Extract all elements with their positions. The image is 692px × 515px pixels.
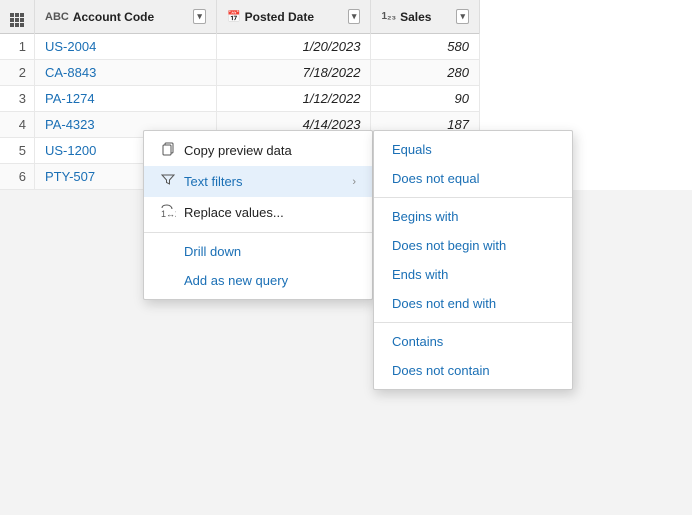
table-row: 2 CA-8843 7/18/2022 280 <box>0 60 480 86</box>
menu-add-query[interactable]: Add as new query <box>144 266 372 295</box>
replace-icon: 1↔2 <box>160 204 176 221</box>
abc-icon: ABC <box>45 11 69 23</box>
col-posted-date[interactable]: 📅 Posted Date ▾ <box>216 0 371 34</box>
menu-drill-down[interactable]: Drill down <box>144 237 372 266</box>
submenu-ends-with-label: Ends with <box>392 267 448 282</box>
row-num-2: 2 <box>0 60 35 86</box>
submenu-not-begins[interactable]: Does not begin with <box>374 231 572 260</box>
submenu-not-contains[interactable]: Does not contain <box>374 356 572 385</box>
account-2: CA-8843 <box>35 60 217 86</box>
menu-divider-1 <box>144 232 372 233</box>
col-account-code-dropdown[interactable]: ▾ <box>193 9 206 24</box>
col-sales[interactable]: 1₂₃ Sales ▾ <box>371 0 480 34</box>
row-num-4: 4 <box>0 112 35 138</box>
menu-replace-label: Replace values... <box>184 205 356 220</box>
col-sales-dropdown[interactable]: ▾ <box>456 9 469 24</box>
sales-1: 580 <box>371 34 480 60</box>
account-3: PA-1274 <box>35 86 217 112</box>
submenu-divider-1 <box>374 197 572 198</box>
text-filters-submenu: Equals Does not equal Begins with Does n… <box>373 130 573 390</box>
calendar-icon: 📅 <box>227 10 241 23</box>
menu-text-filters-label: Text filters <box>184 174 344 189</box>
submenu-arrow-icon: › <box>352 176 356 188</box>
table-row: 3 PA-1274 1/12/2022 90 <box>0 86 480 112</box>
col-sales-label: Sales <box>400 10 431 24</box>
submenu-not-equal-label: Does not equal <box>392 171 479 186</box>
submenu-equals[interactable]: Equals <box>374 135 572 164</box>
menu-copy-label: Copy preview data <box>184 143 356 158</box>
account-1: US-2004 <box>35 34 217 60</box>
col-account-code-label: Account Code <box>73 10 154 24</box>
filter-icon <box>160 173 176 190</box>
submenu-divider-2 <box>374 322 572 323</box>
submenu-contains[interactable]: Contains <box>374 327 572 356</box>
sales-3: 90 <box>371 86 480 112</box>
row-num-5: 5 <box>0 138 35 164</box>
row-num-6: 6 <box>0 164 35 190</box>
copy-icon <box>160 142 176 159</box>
menu-text-filters[interactable]: Text filters › <box>144 166 372 197</box>
menu-drill-down-label: Drill down <box>184 244 356 259</box>
date-1: 1/20/2023 <box>216 34 371 60</box>
col-posted-date-dropdown[interactable]: ▾ <box>348 9 361 24</box>
context-menu: Copy preview data Text filters › 1↔2 Rep… <box>143 130 373 300</box>
col-posted-date-label: Posted Date <box>245 10 314 24</box>
date-2: 7/18/2022 <box>216 60 371 86</box>
submenu-not-ends-label: Does not end with <box>392 296 496 311</box>
row-num-3: 3 <box>0 86 35 112</box>
col-account-code[interactable]: ABC Account Code ▾ <box>35 0 217 34</box>
submenu-not-equal[interactable]: Does not equal <box>374 164 572 193</box>
row-number-header <box>0 0 35 34</box>
submenu-contains-label: Contains <box>392 334 443 349</box>
submenu-equals-label: Equals <box>392 142 432 157</box>
submenu-not-ends[interactable]: Does not end with <box>374 289 572 318</box>
row-num-1: 1 <box>0 34 35 60</box>
menu-add-query-label: Add as new query <box>184 273 356 288</box>
submenu-not-begins-label: Does not begin with <box>392 238 506 253</box>
svg-text:1↔2: 1↔2 <box>161 209 176 218</box>
sales-2: 280 <box>371 60 480 86</box>
submenu-ends-with[interactable]: Ends with <box>374 260 572 289</box>
submenu-begins-with[interactable]: Begins with <box>374 202 572 231</box>
table-row: 1 US-2004 1/20/2023 580 <box>0 34 480 60</box>
menu-replace[interactable]: 1↔2 Replace values... <box>144 197 372 228</box>
menu-copy[interactable]: Copy preview data <box>144 135 372 166</box>
date-3: 1/12/2022 <box>216 86 371 112</box>
123-icon: 1₂₃ <box>381 11 396 22</box>
grid-icon <box>10 6 24 27</box>
submenu-begins-with-label: Begins with <box>392 209 458 224</box>
submenu-not-contains-label: Does not contain <box>392 363 490 378</box>
